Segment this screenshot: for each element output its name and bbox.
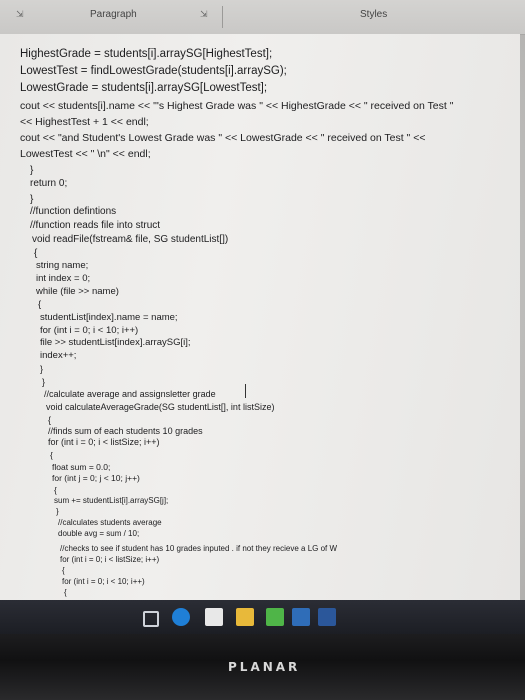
code-line: {	[54, 485, 57, 495]
code-line: double avg = sum / 10;	[58, 529, 140, 538]
code-line: {	[34, 248, 38, 259]
word-icon[interactable]	[318, 608, 336, 626]
ribbon-group-paragraph: Paragraph	[90, 9, 137, 20]
text-cursor	[245, 384, 246, 398]
code-line: }	[40, 364, 44, 374]
code-line: float sum = 0.0;	[52, 462, 111, 472]
code-line: cout << students[i].name << "'s Highest …	[20, 100, 454, 112]
code-line: return 0;	[30, 178, 68, 189]
code-line: }	[42, 377, 46, 387]
code-line: void calculateAverageGrade(SG studentLis…	[46, 402, 275, 412]
code-line: for (int j = 0; j < 10; j++)	[52, 473, 140, 483]
app-icon[interactable]	[292, 608, 310, 626]
code-line: {	[38, 299, 42, 310]
code-line: index++;	[40, 350, 77, 361]
code-line: //checks to see if student has 10 grades…	[60, 544, 338, 553]
word-ribbon: ⇲ Paragraph ⇲ Styles	[0, 0, 525, 35]
ribbon-divider	[222, 6, 223, 28]
code-line: LowestTest = findLowestGrade(students[i]…	[20, 65, 287, 77]
code-line: for (int i = 0; i < 10; i++)	[40, 325, 139, 336]
code-line: //function reads file into struct	[30, 220, 161, 231]
dialog-launcher-icon[interactable]: ⇲	[200, 9, 208, 20]
code-line: }	[30, 165, 34, 176]
taskbar	[0, 600, 525, 634]
code-line: file >> studentList[index].arraySG[i];	[40, 337, 191, 348]
code-line: //calculate average and assignsletter gr…	[44, 389, 216, 399]
task-view-icon[interactable]	[143, 611, 159, 627]
code-line: }	[30, 194, 34, 205]
code-line: HighestGrade = students[i].arraySG[Highe…	[20, 48, 273, 60]
code-line: while (file >> name)	[36, 286, 119, 297]
code-line: }	[56, 507, 59, 516]
code-line: {	[48, 415, 52, 425]
code-line: LowestGrade = students[i].arraySG[Lowest…	[20, 82, 268, 94]
code-line: //function defintions	[30, 206, 117, 217]
store-icon[interactable]	[205, 608, 223, 626]
code-line: int index = 0;	[36, 273, 91, 284]
code-line: << HighestTest + 1 << endl;	[20, 116, 149, 128]
app-icon[interactable]	[266, 608, 284, 626]
edge-browser-icon[interactable]	[172, 608, 190, 626]
document-page: HighestGrade = students[i].arraySG[Highe…	[0, 34, 520, 600]
photo: ⇲ Paragraph ⇲ Styles HighestGrade = stud…	[0, 0, 525, 700]
code-line: for (int i = 0; i < listSize; i++)	[48, 437, 160, 447]
code-line: //calculates students average	[58, 518, 162, 527]
code-line: cout << "and Student's Lowest Grade was …	[20, 132, 426, 144]
code-line: {	[50, 450, 53, 460]
monitor-brand-logo: PLANAR	[228, 660, 301, 674]
code-line: for (int i = 0; i < listSize; i++)	[60, 555, 160, 564]
code-line: for (int i = 0; i < 10; i++)	[62, 577, 145, 586]
ribbon-group-styles: Styles	[360, 9, 388, 20]
file-explorer-icon[interactable]	[236, 608, 254, 626]
code-line: studentList[index].name = name;	[40, 312, 178, 323]
code-line: {	[64, 588, 67, 597]
code-line: {	[62, 566, 65, 575]
code-line: void readFile(fstream& file, SG studentL…	[32, 234, 229, 245]
code-line: string name;	[36, 260, 89, 271]
code-line: sum += studentList[i].arraySG[j];	[54, 496, 169, 505]
code-line: //finds sum of each students 10 grades	[48, 426, 203, 436]
dialog-launcher-icon[interactable]: ⇲	[16, 9, 24, 20]
code-line: LowestTest << " \n" << endl;	[20, 148, 151, 160]
